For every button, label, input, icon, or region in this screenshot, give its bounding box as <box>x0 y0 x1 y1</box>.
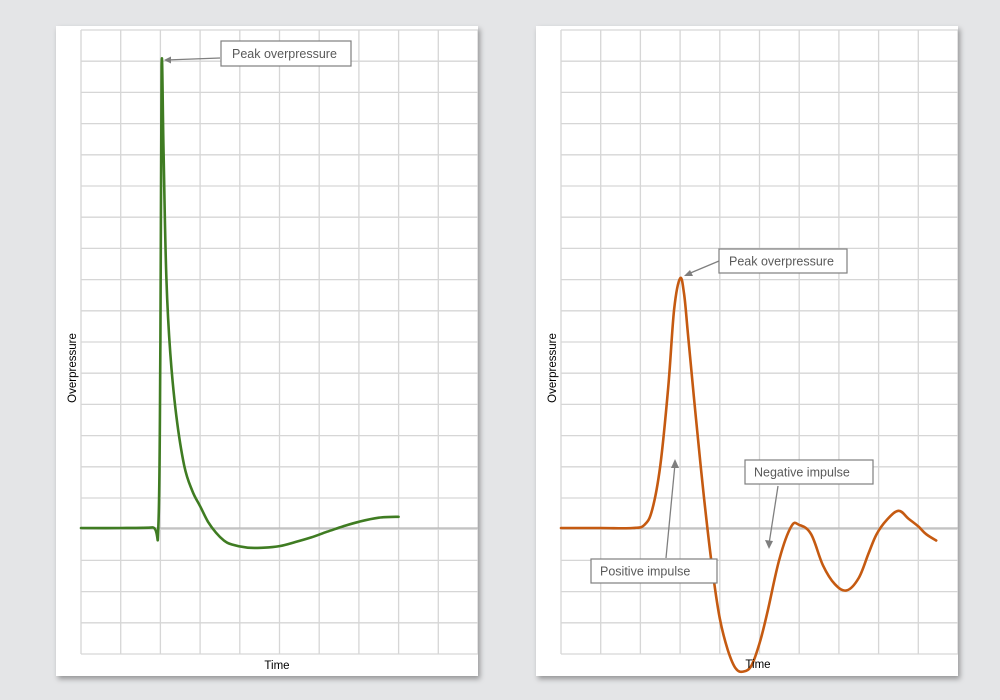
chart-left: Peak overpressure Time Overpressure <box>67 29 478 672</box>
callout-peak-right: Peak overpressure <box>718 248 848 274</box>
arrowhead-negative-impulse <box>765 540 773 549</box>
arrow-positive-impulse <box>665 463 676 559</box>
callout-peak-left: Peak overpressure <box>220 40 352 67</box>
arrow-negative-impulse <box>768 485 779 545</box>
y-axis-label-right: Overpressure <box>547 333 559 403</box>
chart-panel-right: Peak overpressure Negative impulse Posit… <box>536 26 958 676</box>
callout-negative-impulse: Negative impulse <box>744 459 874 485</box>
x-axis-label-left: Time <box>264 660 289 672</box>
callout-peak-right-text: Peak overpressure <box>729 255 834 269</box>
callout-peak-left-text: Peak overpressure <box>232 47 337 61</box>
x-axis-label-right: Time <box>745 659 770 671</box>
arrow-peak-left <box>165 57 221 61</box>
arrow-peak-right <box>687 260 720 275</box>
arrowhead-peak-left <box>164 56 171 64</box>
callout-positive-impulse-text: Positive impulse <box>600 565 690 579</box>
chart-right: Peak overpressure Negative impulse Posit… <box>547 29 958 674</box>
grid-left <box>80 29 478 655</box>
arrowhead-positive-impulse <box>671 459 679 468</box>
y-axis-label-left: Overpressure <box>67 333 79 403</box>
callout-positive-impulse: Positive impulse <box>590 558 718 584</box>
callout-negative-impulse-text: Negative impulse <box>754 466 850 480</box>
chart-panel-left: Peak overpressure Time Overpressure <box>56 26 478 676</box>
